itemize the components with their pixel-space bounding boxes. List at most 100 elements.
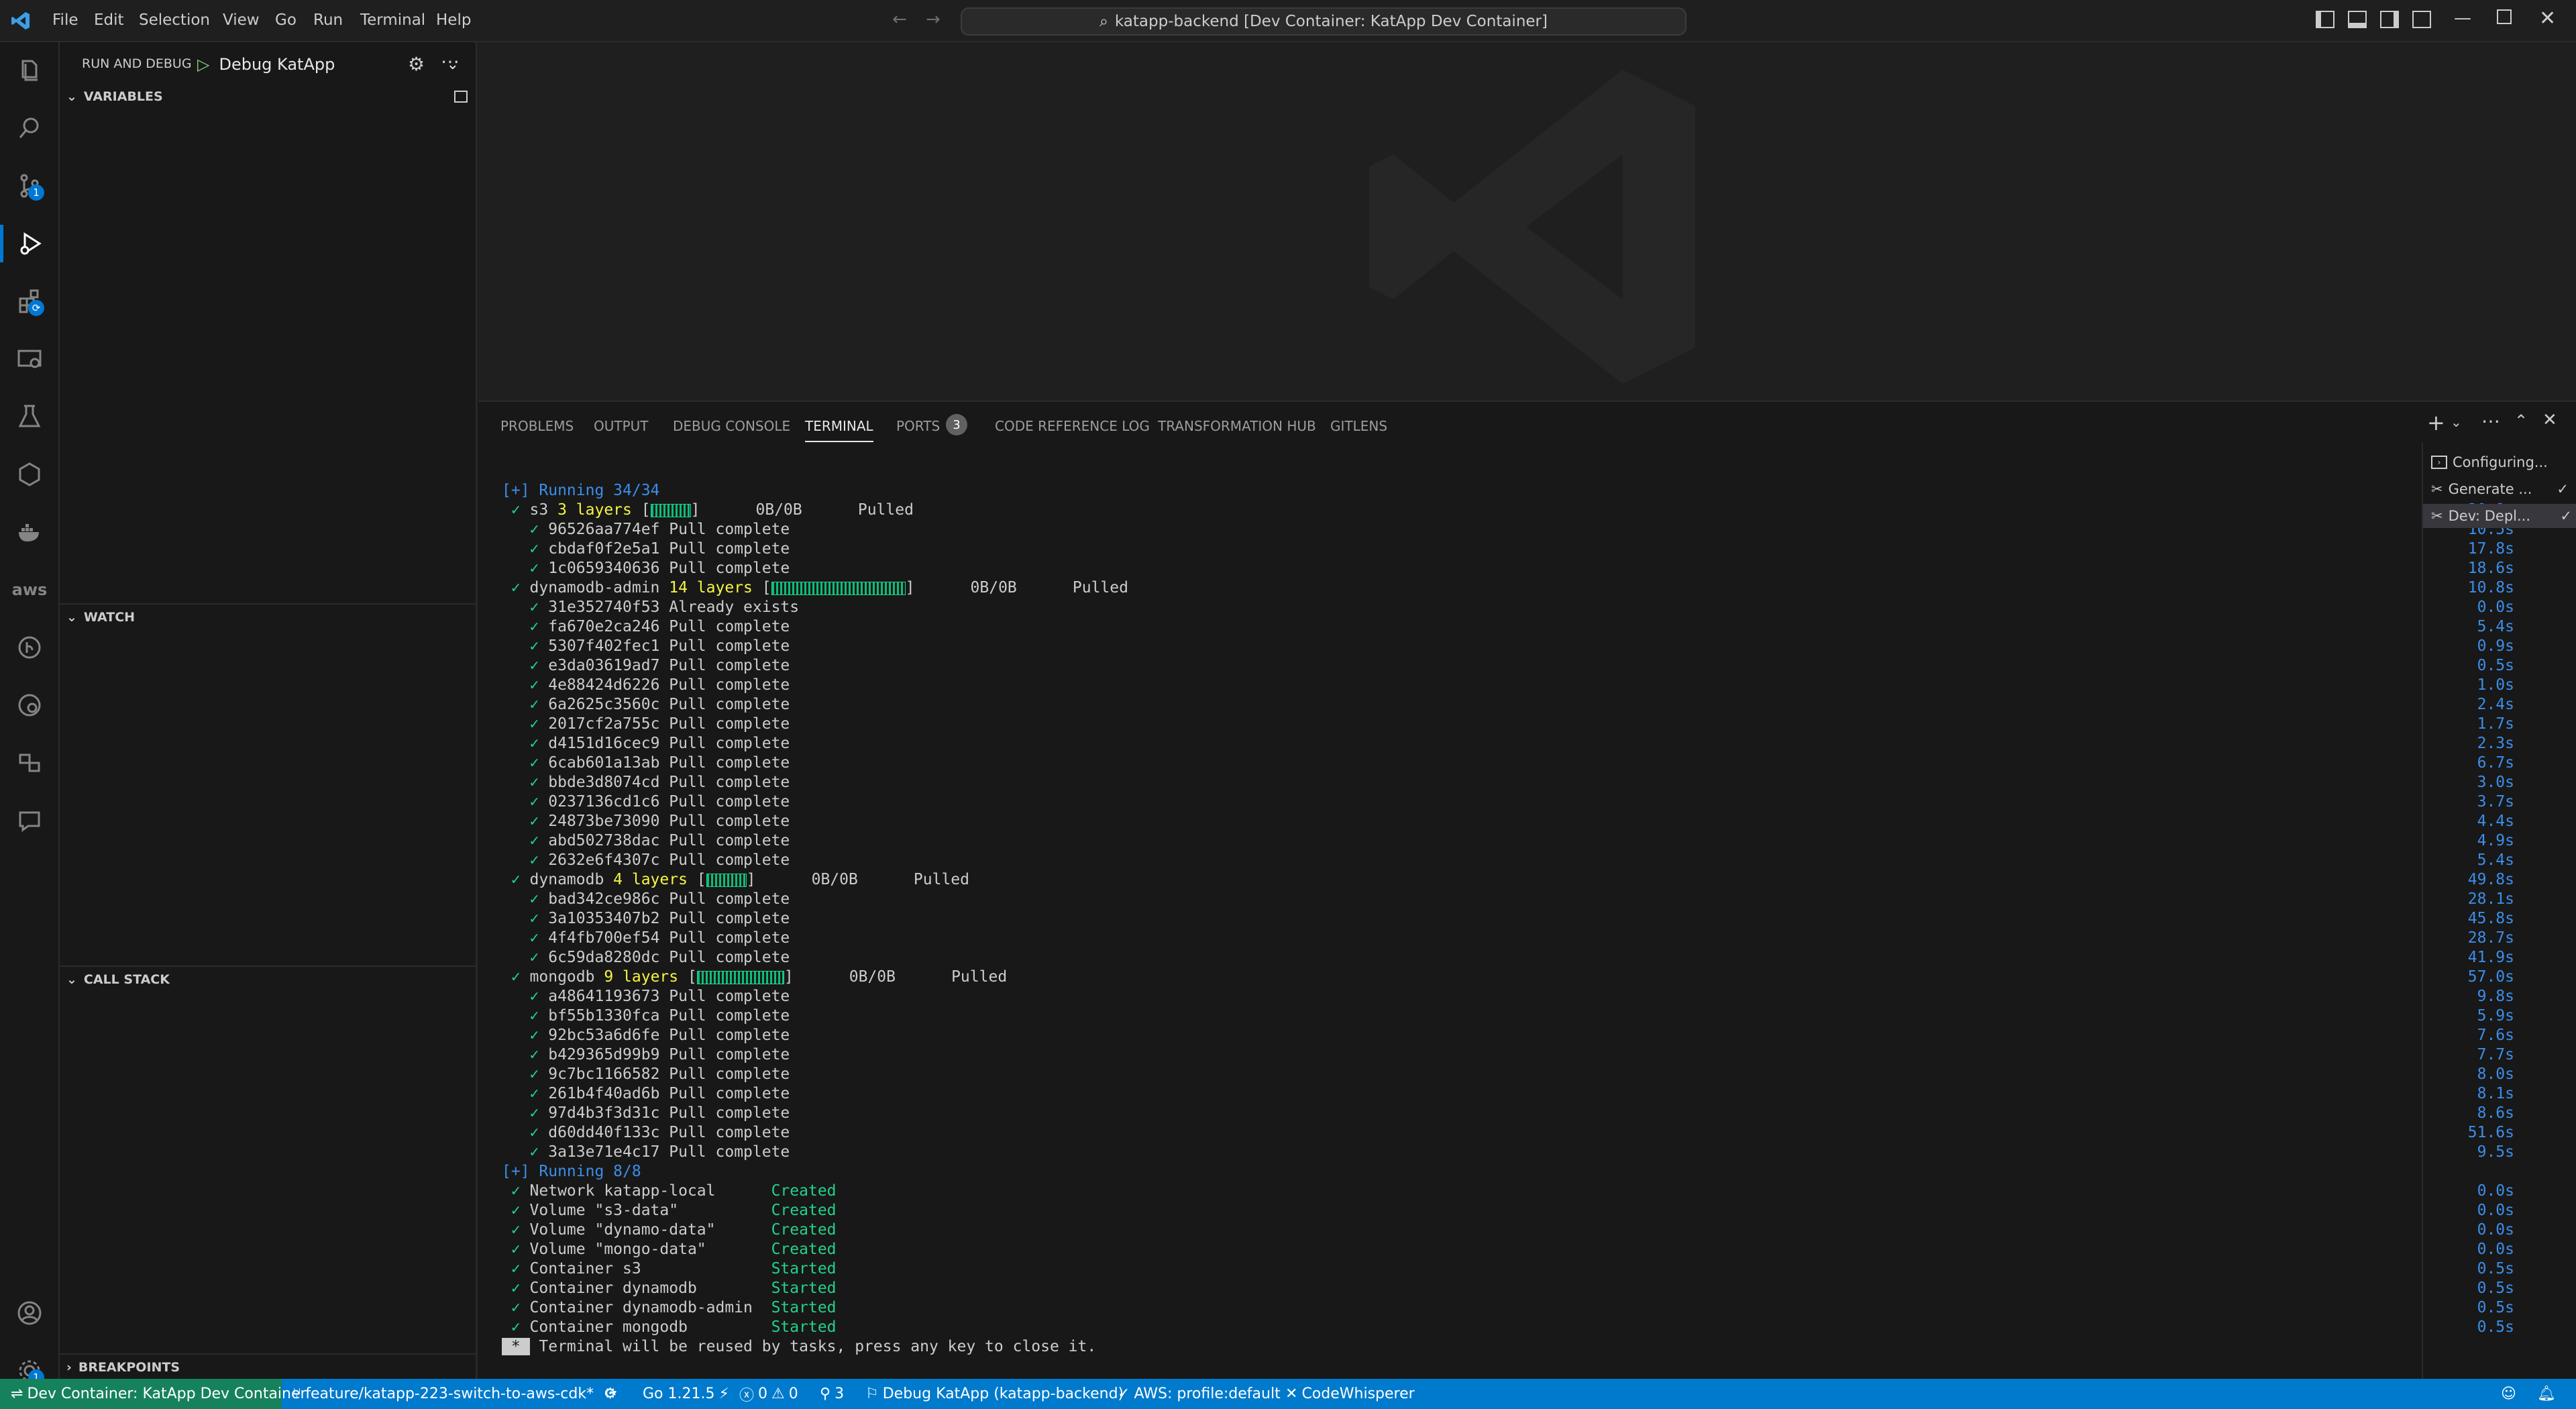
image-size: 0B/0B bbox=[755, 501, 858, 519]
minimize-icon[interactable]: — bbox=[2454, 8, 2471, 28]
start-debug-icon[interactable]: ▷ bbox=[197, 55, 209, 74]
window-title: katapp-backend [Dev Container: KatApp De… bbox=[1114, 13, 1548, 30]
check-mark: ✓ bbox=[502, 676, 549, 694]
tab-transformation-hub[interactable]: TRANSFORMATION HUB bbox=[1158, 418, 1316, 434]
check-mark: ✓ bbox=[502, 793, 549, 811]
bracket: [ bbox=[761, 579, 771, 596]
menu-terminal[interactable]: Terminal bbox=[360, 11, 425, 29]
explorer-icon[interactable] bbox=[11, 52, 48, 89]
gitlens-inspect-icon[interactable] bbox=[11, 686, 48, 724]
check-mark: ✓ bbox=[502, 1318, 530, 1336]
remote-status[interactable]: ⇌ Dev Container: KatApp Dev Container bbox=[11, 1379, 307, 1409]
customize-layout-icon[interactable] bbox=[2412, 11, 2431, 28]
aws-icon[interactable]: aws bbox=[11, 571, 48, 609]
aws-status[interactable]: ✓ AWS: profile:default bbox=[1118, 1379, 1281, 1409]
accounts-icon[interactable] bbox=[11, 1294, 48, 1332]
tab-debug-console[interactable]: DEBUG CONSOLE bbox=[673, 418, 790, 434]
forward-arrow-icon[interactable]: → bbox=[926, 9, 941, 30]
section-watch[interactable]: ⌄ WATCH bbox=[60, 603, 477, 630]
gitlens-icon[interactable] bbox=[11, 629, 48, 666]
terminal-line: ✓ 24873be73090 Pull complete 4.4s bbox=[502, 812, 2514, 831]
debug-settings-gear-icon[interactable]: ⚙ bbox=[408, 53, 425, 75]
tab-code-reference-log[interactable]: CODE REFERENCE LOG bbox=[995, 418, 1150, 434]
extensions-icon[interactable]: ⟳ bbox=[11, 282, 48, 320]
command-center[interactable]: ⌕ katapp-backend [Dev Container: KatApp … bbox=[961, 7, 1686, 36]
layer-status: 1c0659340636 Pull complete bbox=[548, 560, 790, 577]
toggle-sidebar-icon[interactable] bbox=[2316, 11, 2334, 28]
menu-file[interactable]: File bbox=[52, 11, 78, 29]
back-arrow-icon[interactable]: ← bbox=[892, 9, 907, 30]
terminal-line: ✓ dynamodb-admin 14 layers [] 0B/0B Pull… bbox=[502, 578, 2514, 598]
terminal-tab-label: Configuring... bbox=[2453, 454, 2548, 470]
terminal-line: ✓ bf55b1330fca Pull complete 5.9s bbox=[502, 1006, 2514, 1026]
comments-icon[interactable] bbox=[11, 802, 48, 839]
terminal-output[interactable]: [+] Running 34/34 ✓ s3 3 layers [] 0B/0B… bbox=[502, 481, 2514, 1357]
section-call-stack[interactable]: ⌄ CALL STACK bbox=[60, 966, 477, 992]
check-mark: ✓ bbox=[502, 1085, 549, 1102]
toggle-panel-icon[interactable] bbox=[2348, 11, 2367, 28]
panel-more-icon[interactable]: ⋯ bbox=[2481, 410, 2500, 432]
menu-edit[interactable]: Edit bbox=[94, 11, 124, 29]
close-panel-icon[interactable]: ✕ bbox=[2542, 410, 2557, 430]
section-variables[interactable]: ⌄ VARIABLES bbox=[60, 83, 477, 110]
menu-go[interactable]: Go bbox=[275, 11, 297, 29]
problems-status[interactable]: ⓧ 0 ⚠ 0 bbox=[739, 1379, 798, 1409]
maximize-panel-icon[interactable]: ⌃ bbox=[2514, 411, 2528, 430]
terminal-line: ✓ 3a10353407b2 Pull complete 45.8s bbox=[502, 909, 2514, 929]
git-branch-status[interactable]: ⑂ feature/katapp-223-switch-to-aws-cdk* … bbox=[292, 1379, 617, 1409]
go-version-status[interactable]: Go 1.21.5 ⚡ bbox=[643, 1379, 729, 1409]
run-debug-icon[interactable] bbox=[0, 225, 60, 262]
more-actions-icon[interactable]: ⋯ bbox=[441, 50, 460, 72]
ports-status[interactable]: ⚲ 3 bbox=[820, 1379, 844, 1409]
tab-output[interactable]: OUTPUT bbox=[594, 418, 649, 434]
check-mark: ✓ bbox=[502, 1065, 549, 1083]
section-breakpoints[interactable]: › BREAKPOINTS bbox=[60, 1353, 477, 1380]
gitlens-status-icon[interactable]: ⚙ bbox=[604, 1379, 617, 1409]
codewhisperer-status[interactable]: ✕ CodeWhisperer bbox=[1285, 1379, 1415, 1409]
check-mark: ✓ bbox=[502, 1027, 549, 1044]
terminal-dropdown-icon[interactable]: ⌄ bbox=[2451, 414, 2462, 430]
ports-count: 3 bbox=[835, 1386, 845, 1402]
layer-status: d4151d16cec9 Pull complete bbox=[548, 735, 790, 752]
terminal-line: ✓ 6c59da8280dc Pull complete 41.9s bbox=[502, 948, 2514, 968]
image-state: Pulled bbox=[913, 871, 970, 888]
layer-progress-bar bbox=[706, 873, 747, 887]
close-window-icon[interactable]: ✕ bbox=[2539, 7, 2556, 30]
check-mark: ✓ bbox=[502, 754, 549, 772]
terminal-tab-item[interactable]: › Configuring... bbox=[2431, 450, 2569, 474]
tab-gitlens[interactable]: GITLENS bbox=[1330, 418, 1387, 434]
toggle-secondary-sidebar-icon[interactable] bbox=[2380, 11, 2399, 28]
terminal-tab-item[interactable]: ✂ Generate ... ✓ bbox=[2431, 477, 2569, 501]
debug-status[interactable]: ⚐ Debug KatApp (katapp-backend) bbox=[865, 1379, 1124, 1409]
terminal-tab-item-active[interactable]: ✂ Dev: Depl... ✓ bbox=[2423, 504, 2576, 528]
menu-selection[interactable]: Selection bbox=[139, 11, 210, 29]
terminal-line: ✓ 261b4f40ad6b Pull complete 8.1s bbox=[502, 1084, 2514, 1104]
testing-icon[interactable] bbox=[11, 398, 48, 435]
collapse-all-icon[interactable] bbox=[454, 91, 468, 103]
check-mark: ✓ bbox=[502, 501, 530, 519]
search-activity-icon[interactable] bbox=[11, 109, 48, 147]
error-count: 0 bbox=[758, 1386, 768, 1402]
remote-explorer-icon[interactable] bbox=[11, 340, 48, 378]
tab-ports[interactable]: PORTS bbox=[896, 418, 940, 434]
kubernetes-icon[interactable] bbox=[11, 456, 48, 493]
tab-terminal[interactable]: TERMINAL bbox=[805, 418, 873, 442]
new-terminal-plus-icon[interactable]: + bbox=[2427, 410, 2445, 435]
copilot-icon[interactable]: ☺ bbox=[2501, 1379, 2516, 1409]
menu-view[interactable]: View bbox=[223, 11, 260, 29]
docker-icon[interactable] bbox=[11, 513, 48, 551]
image-size: 0B/0B bbox=[849, 968, 952, 986]
menu-help[interactable]: Help bbox=[436, 11, 471, 29]
terminal-line: ✓ Network katapp-local Created 0.0s bbox=[502, 1182, 2514, 1201]
restore-icon[interactable] bbox=[2497, 9, 2512, 24]
terminal-line: ✓ d4151d16cec9 Pull complete 2.3s bbox=[502, 734, 2514, 753]
chevron-down-icon: ⌄ bbox=[66, 972, 77, 987]
tab-problems[interactable]: PROBLEMS bbox=[500, 418, 574, 434]
section-call-stack-label: CALL STACK bbox=[83, 972, 170, 987]
project-manager-icon[interactable] bbox=[11, 744, 48, 782]
check-mark: ✓ bbox=[502, 657, 549, 674]
title-bar: File Edit Selection View Go Run Terminal… bbox=[0, 0, 2576, 42]
source-control-icon[interactable]: 1 bbox=[11, 167, 48, 205]
menu-run[interactable]: Run bbox=[313, 11, 343, 29]
notifications-bell-icon[interactable]: 🔔︎ bbox=[2537, 1379, 2556, 1409]
